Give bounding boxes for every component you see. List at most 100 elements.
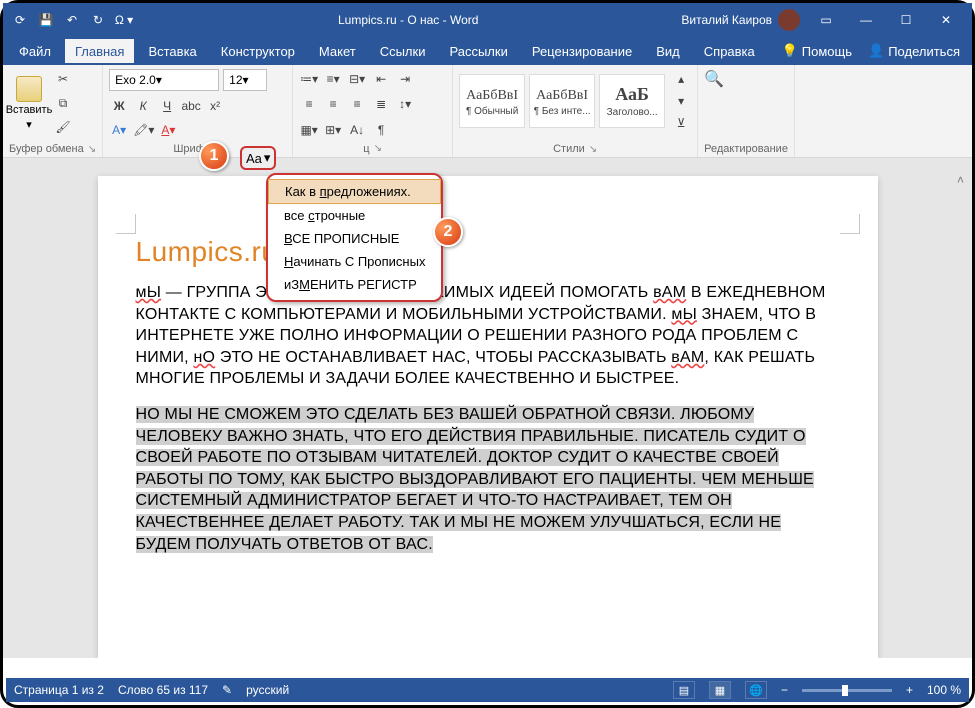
clipboard-icon xyxy=(16,76,42,102)
window-title: Lumpics.ru - О нас - Word xyxy=(135,13,681,27)
tab-home[interactable]: Главная xyxy=(65,39,134,63)
tab-insert[interactable]: Вставка xyxy=(138,39,206,63)
proofing-icon[interactable]: ✎ xyxy=(222,683,232,697)
tab-file[interactable]: Файл xyxy=(9,39,61,63)
zoom-level[interactable]: 100 % xyxy=(927,683,961,697)
user-name: Виталий Каиров xyxy=(681,13,772,27)
style-normal[interactable]: АаБбВвІ¶ Обычный xyxy=(459,74,525,128)
margin-corner-icon xyxy=(840,214,860,234)
clipboard-dialog-icon[interactable]: ↘ xyxy=(88,144,96,155)
case-capitalize[interactable]: Начинать С Прописных xyxy=(268,250,441,273)
doc-title: Lumpics.ru – О нас xyxy=(136,236,840,268)
styles-up-icon[interactable]: ▴ xyxy=(671,69,691,89)
highlight-icon[interactable]: 🖍▾ xyxy=(133,120,154,140)
maximize-icon[interactable]: ☐ xyxy=(886,6,926,34)
paste-button[interactable]: Вставить ▾ xyxy=(9,76,49,131)
redo-icon[interactable]: ↻ xyxy=(87,9,109,31)
share-button[interactable]: 👤 Поделиться xyxy=(862,43,966,59)
group-paragraph: ≔▾ ≡▾ ⊟▾ ⇤ ⇥ ≡ ≡ ≡ ≣ ↕▾ ▦▾ ⊞▾ A↓ ¶ ц↘ xyxy=(293,65,453,157)
case-sentence[interactable]: Как в предложениях. xyxy=(268,179,441,204)
change-case-menu: Как в предложениях. все строчные ВСЕ ПРО… xyxy=(266,173,443,302)
dec-indent-icon[interactable]: ⇤ xyxy=(371,69,391,89)
bullets-icon[interactable]: ≔▾ xyxy=(299,69,319,89)
autosave-icon[interactable]: ⟳ xyxy=(9,9,31,31)
group-clipboard: Вставить ▾ ✂ ⧉ 🖌 Буфер обмена↘ xyxy=(3,65,103,157)
read-mode-icon[interactable]: ▤ xyxy=(673,681,695,699)
bold-icon[interactable]: Ж xyxy=(109,96,129,116)
badge-1: 1 xyxy=(199,141,229,171)
zoom-slider[interactable] xyxy=(802,689,892,692)
minimize-icon[interactable]: — xyxy=(846,6,886,34)
chevron-down-icon: ▾ xyxy=(264,150,271,166)
paragraph-1: мЫ — ГРУППА ЭНТУЗИАСТОВ, ОДЕРЖИМЫХ ИДЕЕЙ… xyxy=(136,282,840,390)
tab-review[interactable]: Рецензирование xyxy=(522,39,642,63)
underline-icon[interactable]: Ч xyxy=(157,96,177,116)
ribbon-tabs: Файл Главная Вставка Конструктор Макет С… xyxy=(3,37,972,65)
group-styles: АаБбВвІ¶ Обычный АаБбВвІ¶ Без инте... Аа… xyxy=(453,65,698,157)
case-lowercase[interactable]: все строчные xyxy=(268,204,441,227)
inc-indent-icon[interactable]: ⇥ xyxy=(395,69,415,89)
omega-icon[interactable]: Ω ▾ xyxy=(113,9,135,31)
user-area[interactable]: Виталий Каиров xyxy=(681,9,800,31)
zoom-in-icon[interactable]: + xyxy=(906,683,913,697)
styles-more-icon[interactable]: ⊻ xyxy=(671,113,691,133)
style-nospacing[interactable]: АаБбВвІ¶ Без инте... xyxy=(529,74,595,128)
save-icon[interactable]: 💾 xyxy=(35,9,57,31)
sort-icon[interactable]: A↓ xyxy=(347,120,367,140)
sub-super-icon[interactable]: x² xyxy=(205,96,225,116)
text-effects-icon[interactable]: A▾ xyxy=(109,120,129,140)
close-icon[interactable]: ✕ xyxy=(926,6,966,34)
case-toggle[interactable]: иЗМЕНИТЬ РЕГИСТР xyxy=(268,273,441,296)
tab-mailings[interactable]: Рассылки xyxy=(439,39,517,63)
multilevel-icon[interactable]: ⊟▾ xyxy=(347,69,367,89)
styles-dialog-icon[interactable]: ↘ xyxy=(589,144,597,155)
web-layout-icon[interactable]: 🌐 xyxy=(745,681,767,699)
tab-view[interactable]: Вид xyxy=(646,39,690,63)
group-font: Exo 2.0 ▾ 12 ▾ Ж К Ч abc x² A▾ 🖍▾ A▾ Шри… xyxy=(103,65,293,157)
align-right-icon[interactable]: ≡ xyxy=(347,94,367,114)
collapse-ribbon-icon[interactable]: ˄ xyxy=(957,173,964,187)
align-left-icon[interactable]: ≡ xyxy=(299,94,319,114)
word-count[interactable]: Слово 65 из 117 xyxy=(118,683,208,697)
font-color-icon[interactable]: A▾ xyxy=(158,120,178,140)
justify-icon[interactable]: ≣ xyxy=(371,94,391,114)
align-center-icon[interactable]: ≡ xyxy=(323,94,343,114)
numbering-icon[interactable]: ≡▾ xyxy=(323,69,343,89)
tab-layout[interactable]: Макет xyxy=(309,39,366,63)
format-painter-icon[interactable]: 🖌 xyxy=(53,117,73,137)
line-spacing-icon[interactable]: ↕▾ xyxy=(395,94,415,114)
status-bar: Страница 1 из 2 Слово 65 из 117 ✎ русски… xyxy=(6,678,969,702)
show-marks-icon[interactable]: ¶ xyxy=(371,120,391,140)
borders-icon[interactable]: ⊞▾ xyxy=(323,120,343,140)
styles-down-icon[interactable]: ▾ xyxy=(671,91,691,111)
cut-icon[interactable]: ✂ xyxy=(53,69,73,89)
shading-icon[interactable]: ▦▾ xyxy=(299,120,319,140)
language-indicator[interactable]: русский xyxy=(246,683,289,697)
style-heading1[interactable]: АаБЗаголово... xyxy=(599,74,665,128)
undo-icon[interactable]: ↶ xyxy=(61,9,83,31)
title-bar: ⟳ 💾 ↶ ↻ Ω ▾ Lumpics.ru - О нас - Word Ви… xyxy=(3,3,972,37)
document-area[interactable]: Lumpics.ru – О нас мЫ — ГРУППА ЭНТУЗИАСТ… xyxy=(3,158,972,658)
tellme[interactable]: 💡 Помощь xyxy=(776,43,858,59)
paragraph-dialog-icon[interactable]: ↘ xyxy=(374,143,382,154)
copy-icon[interactable]: ⧉ xyxy=(53,93,73,113)
find-icon[interactable]: 🔍 xyxy=(704,69,724,89)
tab-help[interactable]: Справка xyxy=(694,39,765,63)
tab-design[interactable]: Конструктор xyxy=(211,39,305,63)
font-size-select[interactable]: 12 ▾ xyxy=(223,69,267,91)
ribbon: Вставить ▾ ✂ ⧉ 🖌 Буфер обмена↘ Exo 2.0 ▾… xyxy=(3,65,972,158)
print-layout-icon[interactable]: ▦ xyxy=(709,681,731,699)
margin-corner-icon xyxy=(116,214,136,234)
avatar-icon xyxy=(778,9,800,31)
page: Lumpics.ru – О нас мЫ — ГРУППА ЭНТУЗИАСТ… xyxy=(98,176,878,658)
italic-icon[interactable]: К xyxy=(133,96,153,116)
strike-icon[interactable]: abc xyxy=(181,96,201,116)
change-case-button[interactable]: Aa▾ xyxy=(240,146,276,170)
tab-references[interactable]: Ссылки xyxy=(370,39,436,63)
ribbon-options-icon[interactable]: ▭ xyxy=(806,6,846,34)
group-editing: 🔍 Редактирование xyxy=(698,65,795,157)
zoom-out-icon[interactable]: − xyxy=(781,683,788,697)
page-indicator[interactable]: Страница 1 из 2 xyxy=(14,683,104,697)
case-uppercase[interactable]: ВСЕ ПРОПИСНЫЕ xyxy=(268,227,441,250)
font-name-select[interactable]: Exo 2.0 ▾ xyxy=(109,69,219,91)
